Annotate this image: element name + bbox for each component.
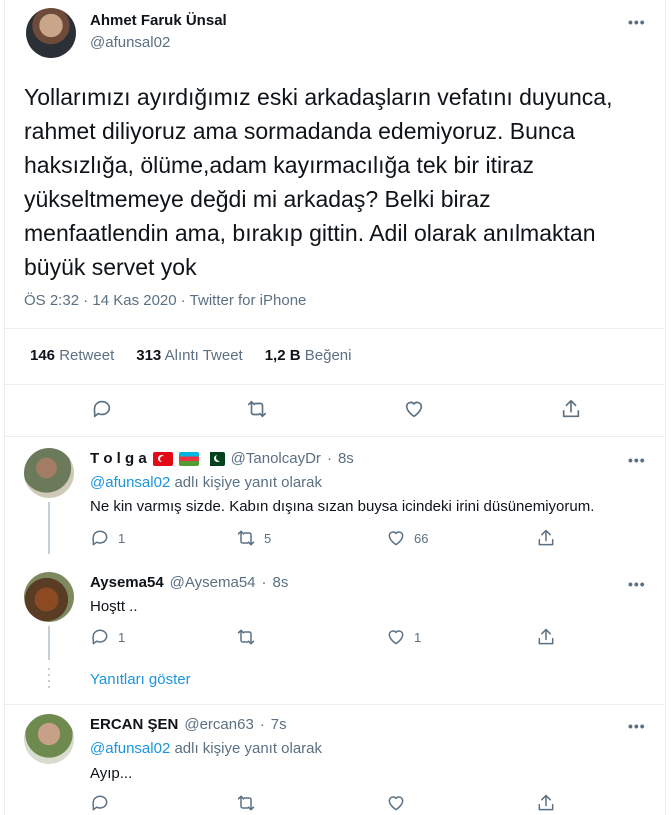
quote-stat[interactable]: 313 Alıntı Tweet bbox=[136, 347, 242, 364]
share-icon bbox=[562, 399, 580, 418]
azerbaijan-flag-icon bbox=[178, 451, 199, 466]
reply-header: Aysema54 @Aysema54 · 8s bbox=[90, 574, 288, 591]
divider bbox=[4, 384, 664, 385]
reply-retweet-button[interactable]: 5 bbox=[236, 528, 271, 548]
like-count: 1 bbox=[414, 629, 422, 645]
reply-to-line: @afunsal02 adlı kişiye yanıt olarak bbox=[90, 740, 322, 757]
reply-icon bbox=[92, 530, 108, 546]
separator-dot: · bbox=[259, 716, 265, 733]
reply-to-suffix: adlı kişiye yanıt olarak bbox=[170, 474, 323, 491]
like-stat[interactable]: 1,2 B Beğeni bbox=[265, 347, 352, 364]
reply-to-user-link[interactable]: @afunsal02 bbox=[90, 474, 170, 491]
main-tweet-meta[interactable]: ÖS 2:32 · 14 Kas 2020 · Twitter for iPho… bbox=[24, 292, 306, 309]
main-author-avatar[interactable] bbox=[26, 8, 76, 58]
reply-author-name[interactable]: ERCAN ŞEN bbox=[90, 716, 178, 733]
reply-retweet-button[interactable] bbox=[236, 793, 256, 813]
pakistan-flag-icon bbox=[204, 451, 225, 466]
retweet-icon bbox=[237, 795, 255, 811]
reply-to-suffix: adlı kişiye yanıt olarak bbox=[170, 740, 323, 757]
reply-reply-button[interactable]: 1 bbox=[90, 528, 125, 548]
reply-author-handle[interactable]: @Aysema54 bbox=[170, 574, 256, 591]
retweet-icon bbox=[237, 530, 255, 546]
reply-avatar[interactable] bbox=[24, 448, 74, 498]
reply-reply-button[interactable] bbox=[90, 793, 110, 813]
share-icon bbox=[538, 794, 554, 811]
show-replies-link[interactable]: Yanıtları göster bbox=[90, 671, 191, 688]
reply-avatar[interactable] bbox=[24, 714, 74, 764]
thread-line bbox=[48, 502, 50, 554]
reply-share-button[interactable] bbox=[536, 627, 556, 647]
reply-author-handle[interactable]: @ercan63 bbox=[184, 716, 253, 733]
reply-like-button[interactable] bbox=[386, 793, 406, 813]
main-more-options-icon[interactable]: ••• bbox=[628, 14, 646, 30]
reply-reply-button[interactable]: 1 bbox=[90, 627, 125, 647]
reply-share-button[interactable] bbox=[536, 528, 556, 548]
reply-text: Ayıp... bbox=[90, 765, 133, 782]
thread-dots bbox=[48, 668, 50, 690]
heart-icon bbox=[405, 401, 423, 418]
reply-to-user-link[interactable]: @afunsal02 bbox=[90, 740, 170, 757]
reply-author-name[interactable]: T o l g a bbox=[90, 450, 147, 467]
retweet-stat[interactable]: 146 Retweet bbox=[30, 347, 114, 364]
reply-author-name[interactable]: Aysema54 bbox=[90, 574, 164, 591]
reply-header: T o l g a @TanolcayDr · 8s bbox=[90, 450, 354, 467]
share-icon bbox=[538, 628, 554, 645]
reply-more-options-icon[interactable]: ••• bbox=[628, 718, 646, 734]
heart-icon bbox=[388, 531, 404, 546]
reply-text: Ne kin varmış sizde. Kabın dışına sızan … bbox=[90, 498, 595, 515]
main-reply-button[interactable] bbox=[91, 398, 113, 420]
main-share-button[interactable] bbox=[560, 398, 582, 420]
main-like-button[interactable] bbox=[403, 398, 425, 420]
reply-icon bbox=[92, 795, 108, 811]
divider bbox=[4, 436, 664, 437]
heart-icon bbox=[388, 796, 404, 811]
retweet-count: 5 bbox=[264, 530, 272, 546]
reply-count: 1 bbox=[118, 629, 126, 645]
divider bbox=[4, 328, 664, 329]
reply-time[interactable]: 8s bbox=[273, 574, 289, 591]
separator-dot: · bbox=[326, 450, 332, 467]
reply-header: ERCAN ŞEN @ercan63 · 7s bbox=[90, 716, 287, 733]
reply-more-options-icon[interactable]: ••• bbox=[628, 452, 646, 468]
reply-like-button[interactable]: 1 bbox=[386, 627, 421, 647]
reply-time[interactable]: 7s bbox=[271, 716, 287, 733]
like-count: 66 bbox=[414, 530, 429, 546]
thread-line bbox=[48, 626, 50, 660]
retweet-icon bbox=[237, 629, 255, 645]
reply-author-handle[interactable]: @TanolcayDr bbox=[231, 450, 321, 467]
reply-retweet-button[interactable] bbox=[236, 627, 256, 647]
reply-count: 1 bbox=[118, 530, 126, 546]
reply-time[interactable]: 8s bbox=[338, 450, 354, 467]
share-icon bbox=[538, 529, 554, 546]
reply-icon bbox=[92, 629, 108, 645]
divider bbox=[4, 704, 664, 705]
separator-dot: · bbox=[261, 574, 267, 591]
main-author-handle[interactable]: @afunsal02 bbox=[90, 34, 170, 51]
reply-icon bbox=[93, 400, 111, 418]
reply-avatar[interactable] bbox=[24, 572, 74, 622]
reply-text: Hoştt .. bbox=[90, 598, 138, 615]
reply-to-line: @afunsal02 adlı kişiye yanıt olarak bbox=[90, 474, 322, 491]
retweet-icon bbox=[247, 400, 267, 418]
reply-more-options-icon[interactable]: ••• bbox=[628, 576, 646, 592]
main-retweet-button[interactable] bbox=[246, 398, 268, 420]
tweet-stats: 146 Retweet 313 Alıntı Tweet 1,2 B Beğen… bbox=[30, 347, 351, 364]
main-author-name[interactable]: Ahmet Faruk Ünsal bbox=[90, 12, 227, 29]
main-tweet-text: Yollarımızı ayırdığımız eski arkadaşları… bbox=[24, 84, 613, 280]
heart-icon bbox=[388, 630, 404, 645]
reply-share-button[interactable] bbox=[536, 793, 556, 813]
reply-like-button[interactable]: 66 bbox=[386, 528, 428, 548]
turkey-flag-icon bbox=[152, 451, 173, 466]
